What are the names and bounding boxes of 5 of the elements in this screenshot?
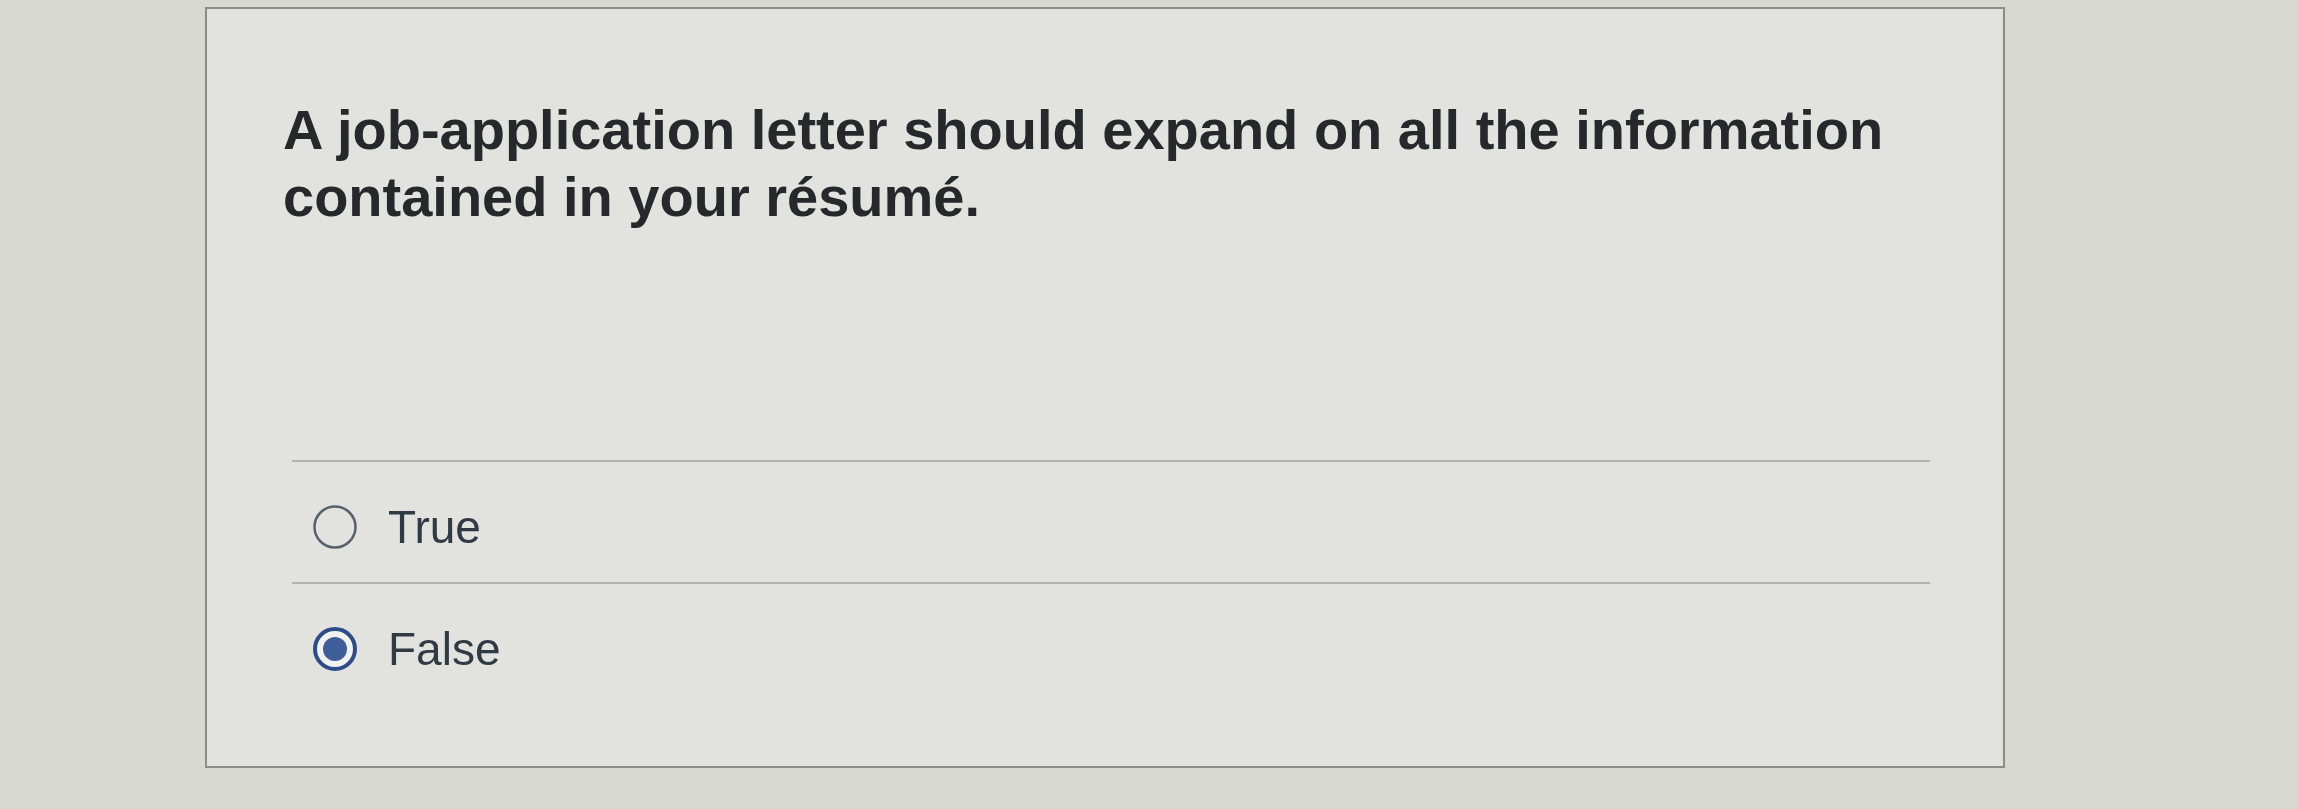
option-label[interactable]: True [388,501,481,553]
radio-button[interactable] [313,627,357,671]
radio-button[interactable] [313,505,357,549]
question-text: A job-application letter should expand on all the information contained in your résumé. [283,97,1885,230]
option-label[interactable]: False [388,623,501,675]
